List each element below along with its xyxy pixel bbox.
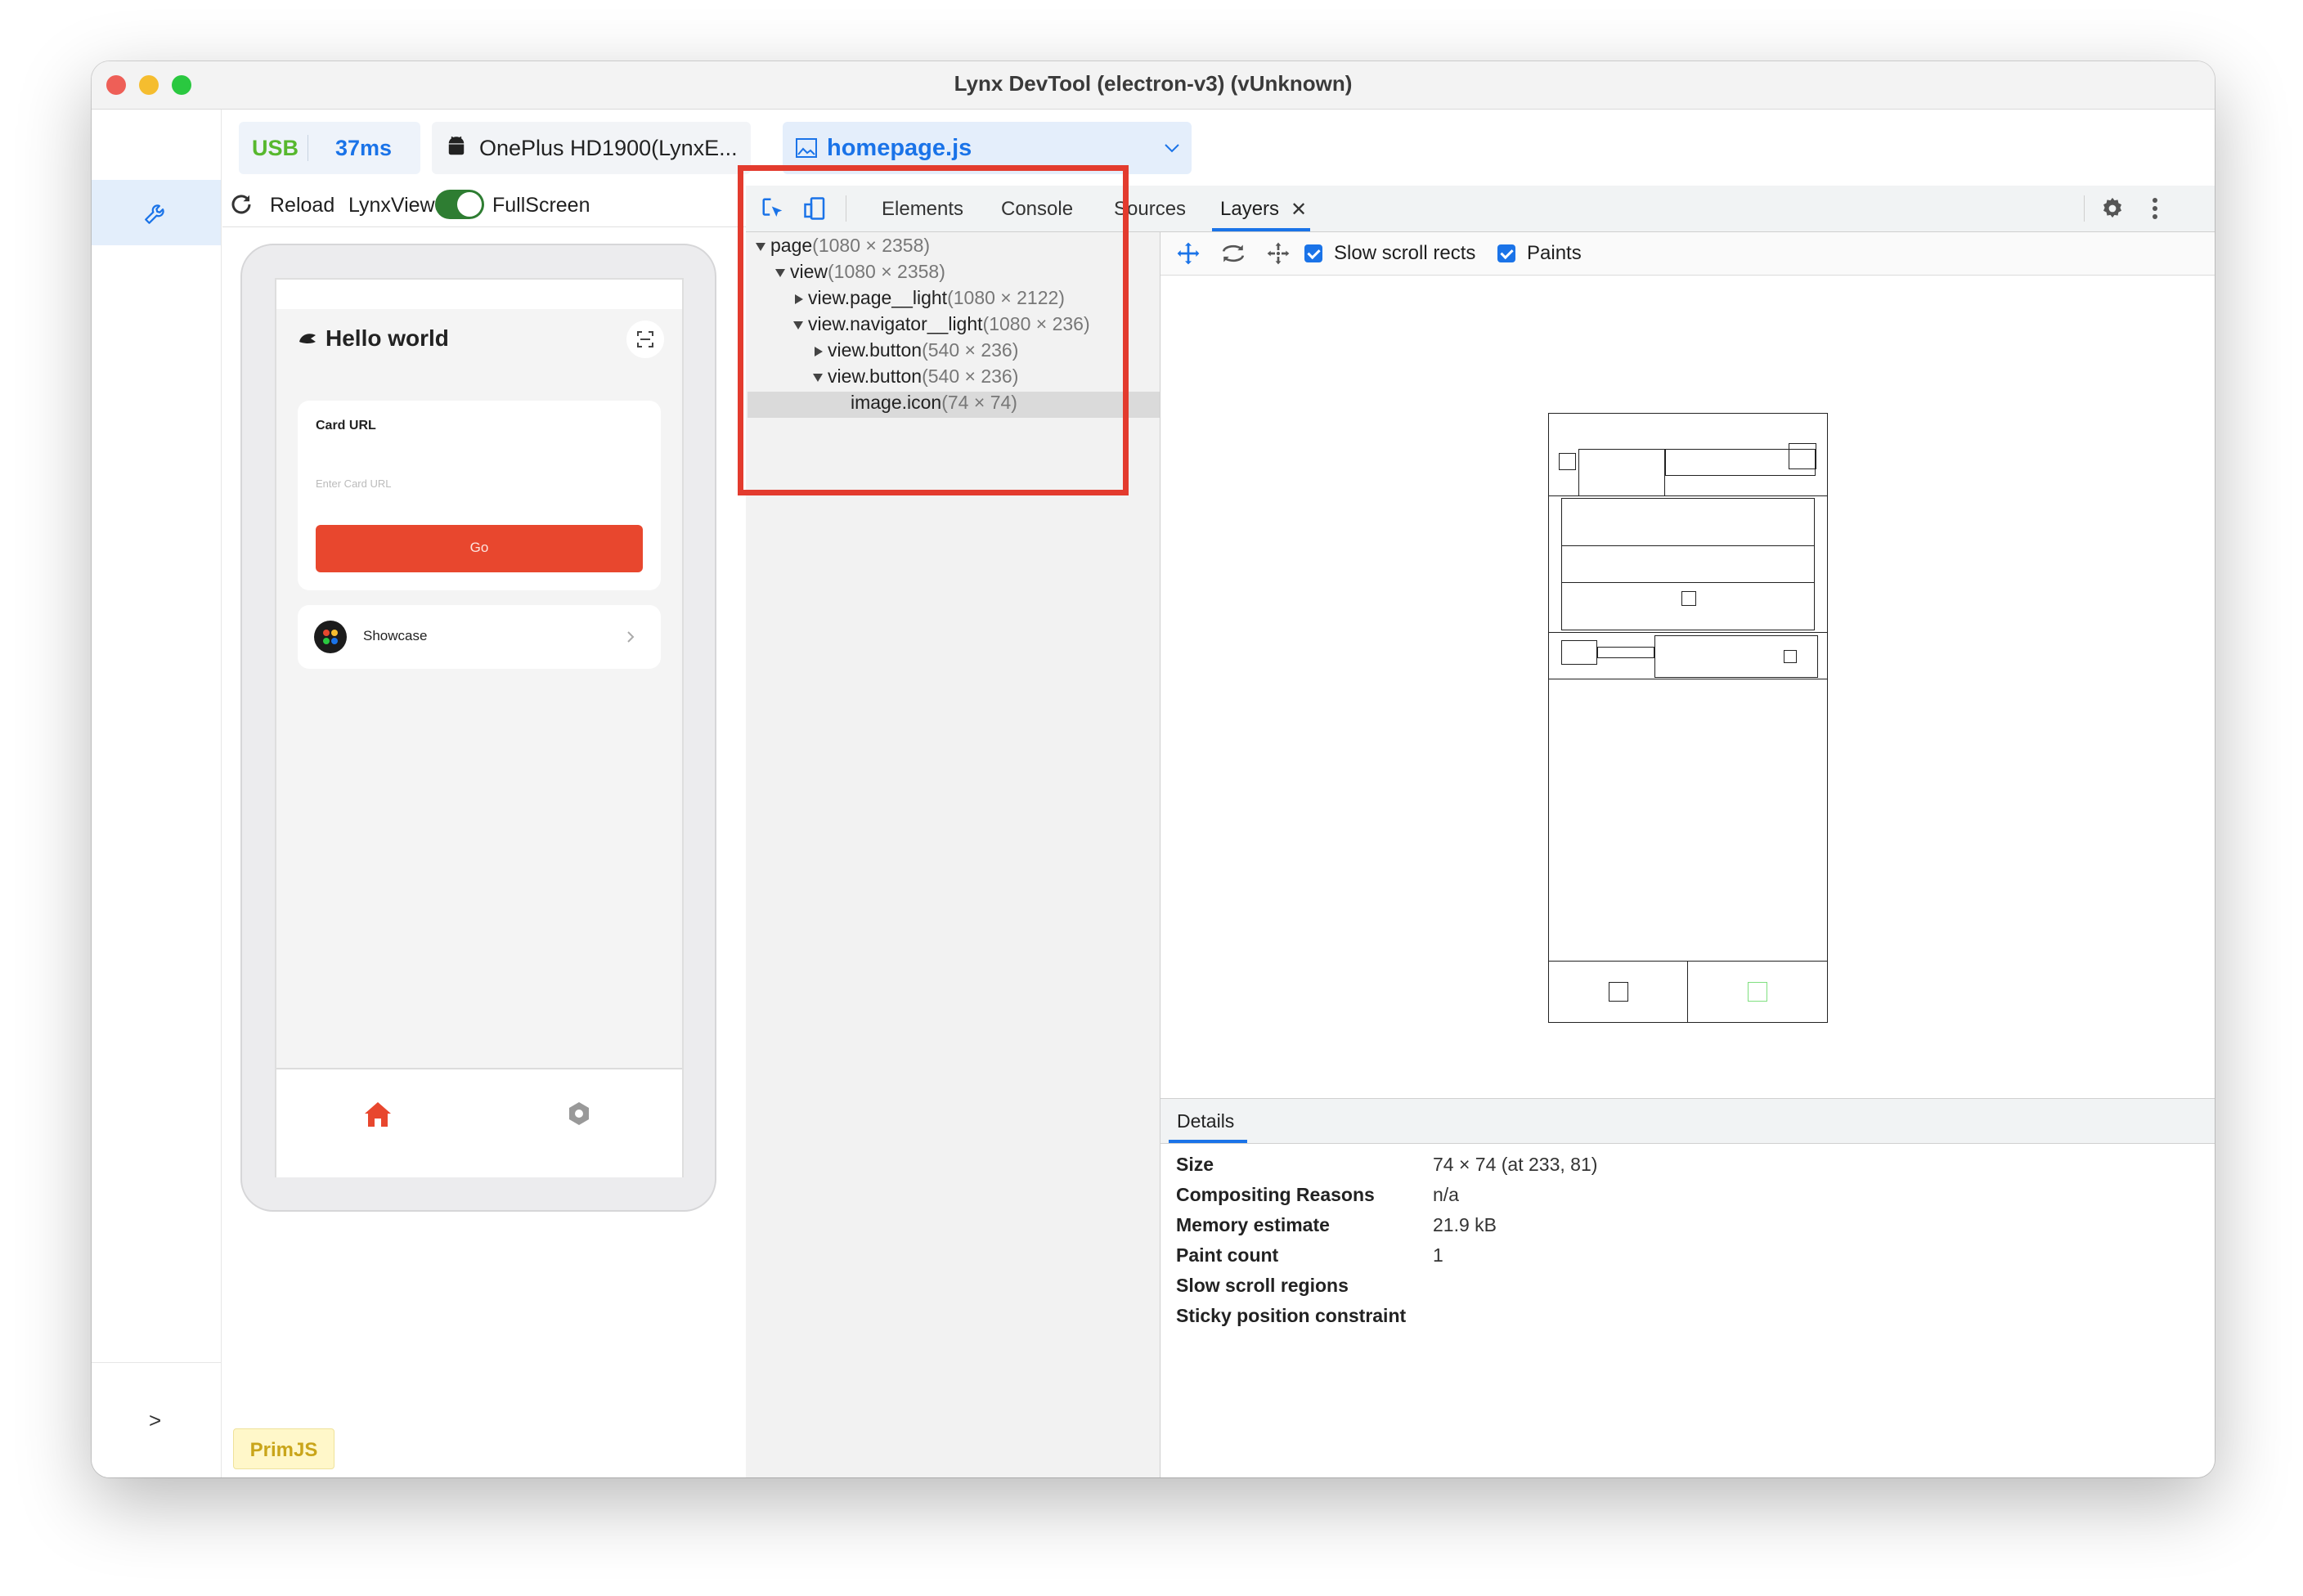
card-url-panel: Card URL Enter Card URL Go: [298, 401, 661, 590]
chevron-right-icon: [627, 631, 635, 643]
layer-divider: [1687, 961, 1688, 1023]
engine-badge: PrimJS: [233, 1428, 334, 1469]
rotate-mode-icon[interactable]: [1219, 240, 1247, 267]
highlight-annotation: [738, 165, 1129, 495]
window-title: Lynx DevTool (electron-v3) (vUnknown): [954, 71, 1353, 96]
divider: [2084, 195, 2085, 222]
detail-value: 21.9 kB: [1433, 1214, 1497, 1235]
phone-frame: Hello world Card URL Enter Card URL Go S…: [240, 244, 716, 1212]
detail-key: Paint count: [1176, 1244, 1279, 1266]
console-prompt-button[interactable]: >: [149, 1408, 161, 1433]
android-icon: [448, 136, 465, 155]
more-options-icon[interactable]: [2151, 196, 2159, 221]
detail-value: 1: [1433, 1244, 1443, 1266]
engine-badge-label: PrimJS: [249, 1439, 318, 1461]
divider: [222, 226, 746, 227]
layer-rect: [1561, 545, 1815, 583]
close-tab-icon[interactable]: ✕: [1291, 198, 1307, 222]
layer-rect: [1578, 449, 1665, 496]
pan-mode-icon[interactable]: [1175, 240, 1201, 267]
paints-label: Paints: [1527, 242, 1582, 264]
active-tab-indicator: [1169, 1140, 1247, 1143]
detail-key: Compositing Reasons: [1176, 1184, 1375, 1205]
active-tab-indicator: [1212, 228, 1310, 231]
reset-transform-icon[interactable]: [1265, 240, 1291, 267]
card-url-input[interactable]: Enter Card URL: [316, 477, 391, 490]
home-icon[interactable]: [363, 1101, 393, 1128]
detail-key: Sticky position constraint: [1176, 1305, 1407, 1326]
layers-toolbar: Slow scroll rects Paints: [1160, 232, 2215, 276]
showcase-label: Showcase: [363, 628, 428, 643]
image-file-icon: [796, 138, 817, 158]
detail-key: Slow scroll regions: [1176, 1275, 1349, 1296]
fullscreen-label: FullScreen: [492, 194, 590, 217]
detail-value: 74 × 74 (at 233, 81): [1433, 1154, 1598, 1175]
layer-rect: [1597, 647, 1654, 658]
connection-status[interactable]: USB 37ms: [239, 122, 420, 174]
layer-rect: [1784, 650, 1797, 663]
app-window: Lynx DevTool (electron-v3) (vUnknown) > …: [92, 61, 2215, 1477]
toggle-knob: [457, 192, 482, 217]
layer-navigator: [1548, 961, 1828, 1023]
layer-rect: [1681, 591, 1696, 606]
bottom-nav: [276, 1068, 682, 1177]
status-bar: [276, 280, 682, 309]
page-file-name: homepage.js: [827, 135, 972, 161]
details-tab[interactable]: Details: [1177, 1110, 1234, 1132]
sidebar-divider: [92, 1362, 221, 1363]
go-button[interactable]: Go: [316, 525, 643, 572]
showcase-icon: [314, 621, 347, 653]
layer-rect: [1559, 453, 1576, 470]
detail-key: Size: [1176, 1154, 1214, 1175]
layer-rect: [1789, 443, 1816, 469]
fullscreen-toggle[interactable]: [435, 190, 484, 219]
lynx-logo-icon: [299, 334, 316, 344]
card-url-label: Card URL: [316, 419, 376, 433]
device-selector[interactable]: OnePlus HD1900(LynxE...: [432, 122, 751, 174]
reload-icon[interactable]: [229, 192, 254, 217]
paints-checkbox[interactable]: [1497, 244, 1515, 262]
chevron-down-icon: [1165, 144, 1179, 153]
lynxview-label: LynxView: [348, 194, 435, 217]
scan-icon: [637, 331, 653, 347]
showcase-item[interactable]: Showcase: [298, 605, 661, 669]
details-header: Details: [1160, 1098, 2215, 1144]
latency-label: 37ms: [335, 136, 393, 160]
wrench-icon: [145, 204, 164, 224]
left-sidebar: >: [92, 110, 222, 1477]
gear-icon[interactable]: [2100, 196, 2125, 221]
detail-key: Memory estimate: [1176, 1214, 1330, 1235]
detail-value: n/a: [1433, 1184, 1459, 1205]
sidebar-item-tools[interactable]: [92, 180, 221, 245]
slow-scroll-rects-checkbox[interactable]: [1304, 244, 1322, 262]
settings-icon[interactable]: [566, 1101, 592, 1127]
usb-label: USB: [252, 136, 299, 160]
tab-layers[interactable]: Layers: [1220, 198, 1279, 221]
scan-button[interactable]: [626, 321, 664, 358]
title-bar: Lynx DevTool (electron-v3) (vUnknown): [92, 61, 2215, 110]
go-button-label: Go: [469, 540, 489, 555]
layer-rect: [1609, 982, 1628, 1002]
slow-scroll-rects-label: Slow scroll rects: [1334, 242, 1476, 264]
reload-button[interactable]: Reload: [270, 194, 334, 217]
phone-screen: Hello world Card URL Enter Card URL Go S…: [275, 278, 684, 1177]
phone-page-title: Hello world: [325, 325, 449, 351]
layer-rect: [1561, 640, 1597, 665]
device-name: OnePlus HD1900(LynxE...: [479, 136, 738, 160]
layers-viewport[interactable]: [1160, 276, 2215, 1098]
layer-selected-icon: [1748, 982, 1767, 1002]
